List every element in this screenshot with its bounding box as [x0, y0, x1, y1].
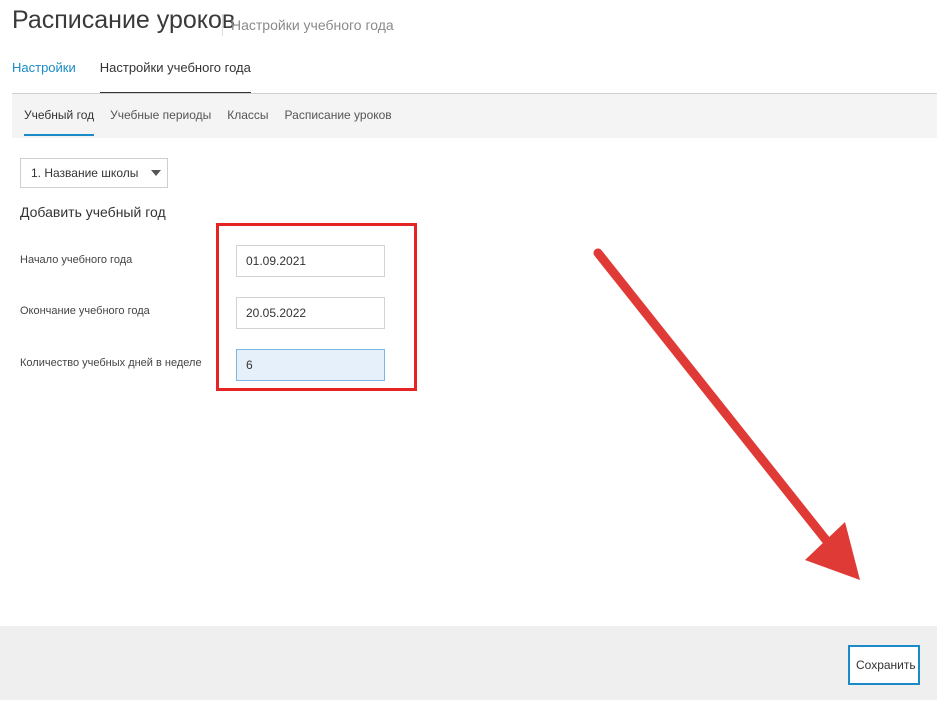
save-button[interactable]: Сохранить [848, 645, 920, 685]
annotation-arrow [593, 248, 860, 580]
footer-bar [0, 626, 937, 700]
